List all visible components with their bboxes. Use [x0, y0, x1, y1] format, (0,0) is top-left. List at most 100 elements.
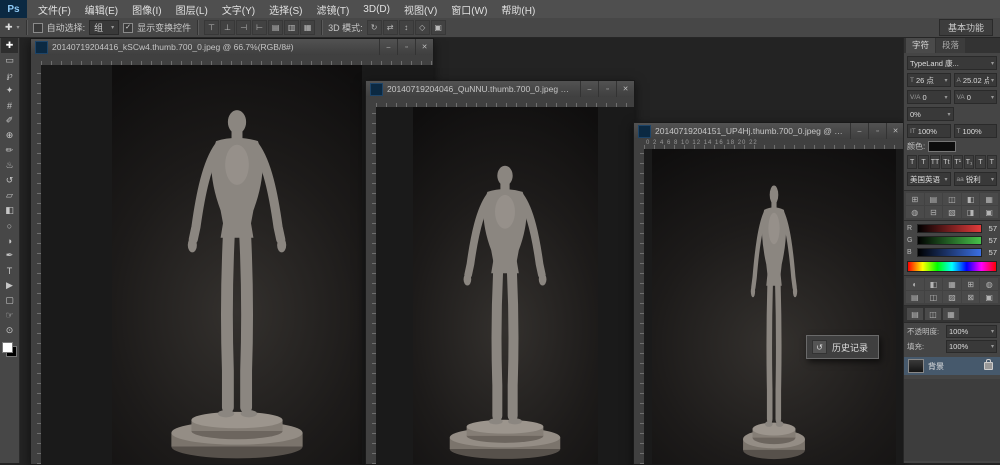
panel-icon[interactable]: ◐	[906, 278, 924, 290]
align-icon[interactable]: ⊤	[204, 20, 219, 35]
color-spectrum-bar[interactable]	[907, 261, 997, 272]
minimize-button[interactable]: –	[580, 81, 598, 97]
menu-item[interactable]: 帮助(H)	[494, 0, 542, 18]
minimize-button[interactable]: –	[850, 123, 868, 139]
crop-tool-icon[interactable]: #	[1, 98, 18, 113]
history-brush-tool-icon[interactable]: ↺	[1, 173, 18, 188]
align-icon[interactable]: ⊣	[236, 20, 251, 35]
eyedropper-tool-icon[interactable]: ✐	[1, 113, 18, 128]
panel-icon[interactable]: ▤	[906, 291, 924, 303]
minimize-button[interactable]: –	[379, 39, 397, 55]
panel-icon[interactable]: ▦	[943, 278, 961, 290]
close-button[interactable]: ✕	[616, 81, 634, 97]
panel-icon[interactable]: ⊠	[962, 291, 980, 303]
zoom-tool-icon[interactable]: ⊙	[1, 323, 18, 338]
dodge-tool-icon[interactable]: ◑	[1, 233, 18, 248]
align-icon[interactable]: ⊢	[252, 20, 267, 35]
text-style-icon[interactable]: T₁	[964, 155, 974, 169]
menu-item[interactable]: 选择(S)	[262, 0, 309, 18]
move-tool-icon[interactable]: ✚	[1, 38, 18, 53]
pen-tool-icon[interactable]: ✒	[1, 248, 18, 263]
menu-item[interactable]: 视图(V)	[397, 0, 444, 18]
maximize-button[interactable]: ▫	[868, 123, 886, 139]
window-title-bar[interactable]: 20140719204416_kSCw4.thumb.700_0.jpeg @ …	[31, 39, 433, 56]
proportional-spacing-select[interactable]: 0% ▾	[907, 107, 954, 121]
window-title-bar[interactable]: 20140719204151_UP4Hj.thumb.700_0.jpeg @ …	[634, 123, 904, 140]
layers-tab-icon[interactable]: ◫	[925, 308, 941, 320]
panel-icon[interactable]: ◍	[906, 206, 924, 218]
document-window-side[interactable]: 20140719204151_UP4Hj.thumb.700_0.jpeg @ …	[633, 122, 905, 465]
healing-brush-tool-icon[interactable]: ⊕	[1, 128, 18, 143]
green-slider[interactable]	[917, 236, 982, 245]
tab-paragraph[interactable]: 段落	[936, 37, 965, 53]
layer-list-empty-area[interactable]	[904, 379, 1000, 461]
leading-select[interactable]: A 25.02 点 ▾	[954, 73, 998, 87]
3d-mode-icon[interactable]: ⇄	[383, 20, 398, 35]
panel-icon[interactable]: ◍	[980, 278, 998, 290]
text-style-icon[interactable]: Tt	[941, 155, 951, 169]
maximize-button[interactable]: ▫	[397, 39, 415, 55]
layers-tab-icon[interactable]: ▤	[907, 308, 923, 320]
menu-item[interactable]: 滤镜(T)	[310, 0, 357, 18]
auto-select-checkbox[interactable]	[33, 23, 43, 33]
language-select[interactable]: 美国英语 ▾	[907, 172, 951, 186]
shape-tool-icon[interactable]: ▢	[1, 293, 18, 308]
canvas-area[interactable]	[644, 149, 904, 464]
text-style-icon[interactable]: T	[987, 155, 997, 169]
horizontal-scale-field[interactable]: T 100%	[954, 124, 998, 138]
panel-icon[interactable]: ▤	[925, 193, 943, 205]
brush-tool-icon[interactable]: ✏	[1, 143, 18, 158]
path-select-tool-icon[interactable]: ▶	[1, 278, 18, 293]
text-style-icon[interactable]: T	[918, 155, 928, 169]
tool-preset-arrow-icon[interactable]: ▾	[17, 24, 20, 31]
layer-thumbnail[interactable]	[908, 359, 924, 373]
lasso-tool-icon[interactable]: ℘	[1, 68, 18, 83]
text-color-swatch[interactable]	[928, 141, 956, 152]
tracking-select[interactable]: VA 0 ▾	[954, 90, 998, 104]
panel-icon[interactable]: ◨	[962, 206, 980, 218]
blur-tool-icon[interactable]: ○	[1, 218, 18, 233]
marquee-tool-icon[interactable]: ▭	[1, 53, 18, 68]
panel-icon[interactable]: ▣	[980, 291, 998, 303]
panel-icon[interactable]: ◫	[925, 291, 943, 303]
foreground-color-swatch[interactable]	[2, 342, 13, 353]
3d-mode-icon[interactable]: ↻	[367, 20, 382, 35]
menu-item[interactable]: 图层(L)	[169, 0, 215, 18]
menu-item[interactable]: 3D(D)	[356, 0, 397, 18]
hand-tool-icon[interactable]: ☞	[1, 308, 18, 323]
panel-icon[interactable]: ◧	[962, 193, 980, 205]
canvas-area[interactable]	[376, 107, 634, 464]
panel-icon[interactable]: ⊟	[925, 206, 943, 218]
tab-character[interactable]: 字符	[906, 37, 935, 53]
clone-stamp-tool-icon[interactable]: ♨	[1, 158, 18, 173]
maximize-button[interactable]: ▫	[598, 81, 616, 97]
window-title-bar[interactable]: 20140719204046_QuNNU.thumb.700_0.jpeg @ …	[366, 81, 634, 98]
text-style-icon[interactable]: TT	[930, 155, 941, 169]
panel-icon[interactable]: ◧	[925, 278, 943, 290]
text-style-icon[interactable]: T¹	[953, 155, 963, 169]
font-size-select[interactable]: T 26 点 ▾	[907, 73, 951, 87]
align-icon[interactable]: ▥	[284, 20, 299, 35]
close-button[interactable]: ✕	[886, 123, 904, 139]
panel-icon[interactable]: ▣	[980, 206, 998, 218]
red-slider[interactable]	[917, 224, 982, 233]
layers-tab-icon[interactable]: ▦	[943, 308, 959, 320]
gradient-tool-icon[interactable]: ◧	[1, 203, 18, 218]
panel-icon[interactable]: ▦	[980, 193, 998, 205]
3d-mode-icon[interactable]: ↕	[399, 20, 414, 35]
document-window-back[interactable]: 20140719204046_QuNNU.thumb.700_0.jpeg @ …	[365, 80, 635, 465]
vertical-scale-field[interactable]: IT 100%	[907, 124, 951, 138]
layer-row-background[interactable]: 背景	[904, 357, 1000, 375]
close-button[interactable]: ✕	[415, 39, 433, 55]
align-icon[interactable]: ▤	[268, 20, 283, 35]
3d-mode-icon[interactable]: ▣	[431, 20, 446, 35]
align-icon[interactable]: ▦	[300, 20, 315, 35]
menu-item[interactable]: 窗口(W)	[444, 0, 494, 18]
eraser-tool-icon[interactable]: ▱	[1, 188, 18, 203]
show-transform-checkbox[interactable]: ✓	[123, 23, 133, 33]
photoshop-logo[interactable]: Ps	[0, 0, 27, 18]
menu-item[interactable]: 图像(I)	[125, 0, 168, 18]
quick-select-tool-icon[interactable]: ✦	[1, 83, 18, 98]
panel-icon[interactable]: ▨	[943, 291, 961, 303]
fill-field[interactable]: 100% ▾	[946, 340, 997, 353]
